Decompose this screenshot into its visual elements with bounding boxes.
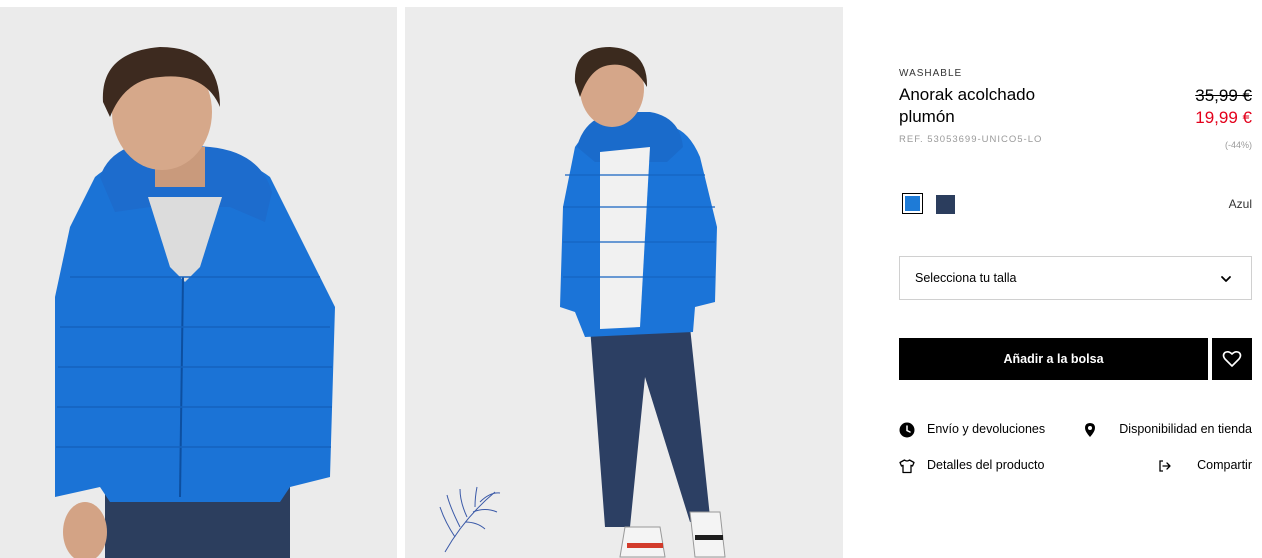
favorite-button[interactable] <box>1212 338 1252 380</box>
product-photo-front[interactable] <box>0 7 397 558</box>
location-pin-icon <box>1085 423 1095 437</box>
heart-icon <box>1222 350 1242 367</box>
color-swatch-navy[interactable] <box>936 195 955 214</box>
discount-badge: (-44%) <box>1224 140 1252 150</box>
share-label: Compartir <box>1197 458 1252 472</box>
size-select[interactable]: Selecciona tu talla <box>899 256 1252 300</box>
product-reference: REF. 53053699-UNICO5-LO <box>899 134 1043 145</box>
add-to-bag-button[interactable]: Añadir a la bolsa <box>899 338 1208 380</box>
chevron-down-icon <box>1221 276 1231 282</box>
product-details-label: Detalles del producto <box>927 458 1045 472</box>
selected-color-name: Azul <box>1228 197 1252 211</box>
product-title: Anorak acolchado plumón <box>899 85 1036 126</box>
product-details-link[interactable]: Detalles del producto <box>899 457 1059 475</box>
product-photo-full-body[interactable] <box>405 7 843 558</box>
shipping-returns-link[interactable]: Envío y devoluciones <box>899 421 1059 439</box>
product-info-panel: WASHABLE Anorak acolchado plumón 35,99 €… <box>899 0 1252 558</box>
sale-price: 19,99 € <box>1195 108 1252 127</box>
product-tag: WASHABLE <box>899 68 963 79</box>
clock-icon <box>899 422 915 438</box>
color-swatch-blue[interactable] <box>902 193 923 214</box>
original-price: 35,99 € <box>1195 86 1252 105</box>
share-icon <box>1159 460 1171 472</box>
share-link[interactable]: Compartir <box>1157 457 1252 475</box>
size-select-placeholder: Selecciona tu talla <box>915 271 1017 285</box>
shipping-returns-label: Envío y devoluciones <box>927 422 1046 436</box>
tshirt-icon <box>899 459 915 474</box>
store-availability-label: Disponibilidad en tienda <box>1119 422 1252 436</box>
store-availability-link[interactable]: Disponibilidad en tienda <box>1082 421 1252 439</box>
color-swatch-fill <box>905 196 920 211</box>
